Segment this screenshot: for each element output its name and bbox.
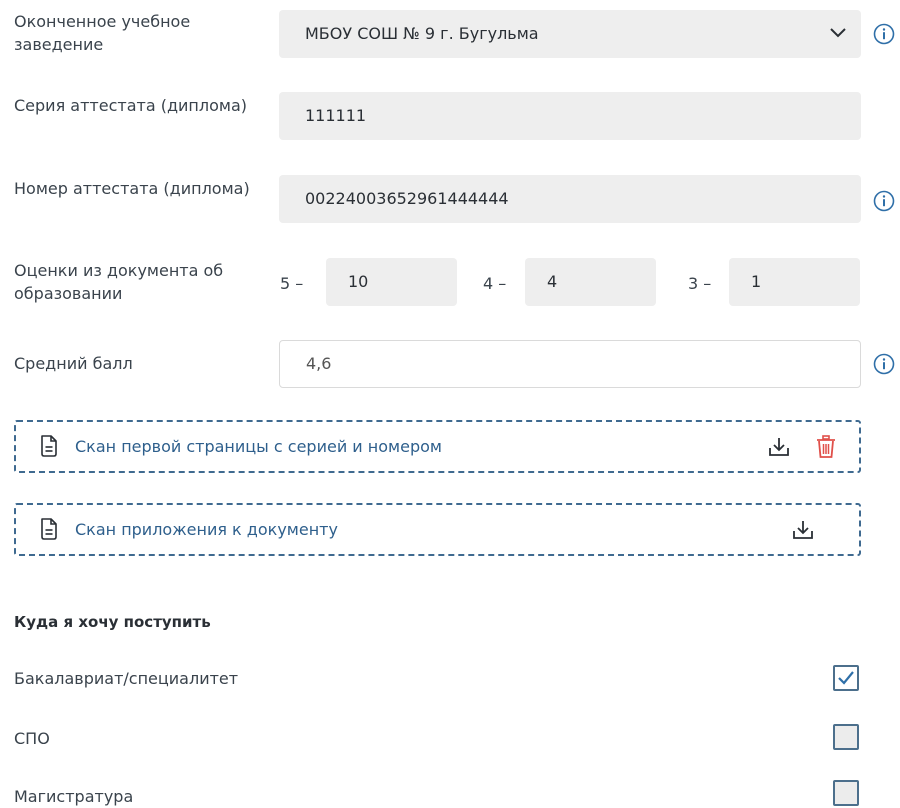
upload-first-page-label: Скан первой страницы с серией и номером [75,437,442,456]
option-spo-checkbox[interactable] [833,724,859,750]
average-input[interactable]: 4,6 [279,340,861,388]
series-value: 111111 [305,106,367,125]
grade-5-value: 10 [348,272,369,291]
institution-value: МБОУ СОШ № 9 г. Бугульма [305,24,539,43]
option-master-label: Магистратура [14,787,134,806]
grade-3-label: 3 – [688,274,712,293]
series-input[interactable]: 111111 [279,92,861,140]
number-value: 00224003652961444444 [305,189,509,208]
grade-4-label: 4 – [483,274,507,293]
download-icon[interactable] [768,436,790,458]
chevron-down-icon [830,28,846,38]
upload-attachment-label: Скан приложения к документу [75,520,338,539]
admission-title: Куда я хочу поступить [14,613,211,631]
checkmark-icon [838,671,854,685]
info-icon[interactable] [873,190,895,212]
average-label: Средний балл [14,354,133,373]
option-master-checkbox[interactable] [833,780,859,806]
grade-4-input[interactable]: 4 [525,258,656,306]
average-value: 4,6 [306,354,332,373]
number-label: Номер аттестата (диплома) [14,179,250,198]
download-icon[interactable] [792,519,814,541]
grade-3-input[interactable]: 1 [729,258,860,306]
option-spo-label: СПО [14,729,50,748]
institution-label: Оконченное учебное заведение [14,12,191,54]
upload-attachment[interactable]: Скан приложения к документу [14,503,861,556]
info-icon[interactable] [873,353,895,375]
number-input[interactable]: 00224003652961444444 [279,175,861,223]
document-icon [41,435,57,457]
grade-4-value: 4 [547,272,558,291]
grade-5-label: 5 – [280,274,304,293]
upload-first-page[interactable]: Скан первой страницы с серией и номером [14,420,861,473]
grade-5-input[interactable]: 10 [326,258,457,306]
grades-label: Оценки из документа об образовании [14,261,224,303]
option-bachelor-checkbox[interactable] [833,665,859,691]
document-icon [41,518,57,540]
trash-icon[interactable] [816,435,836,459]
info-icon[interactable] [873,23,895,45]
grade-3-value: 1 [751,272,762,291]
option-bachelor-label: Бакалавриат/специалитет [14,669,239,688]
series-label: Серия аттестата (диплома) [14,96,247,115]
institution-select[interactable]: МБОУ СОШ № 9 г. Бугульма [279,10,861,58]
